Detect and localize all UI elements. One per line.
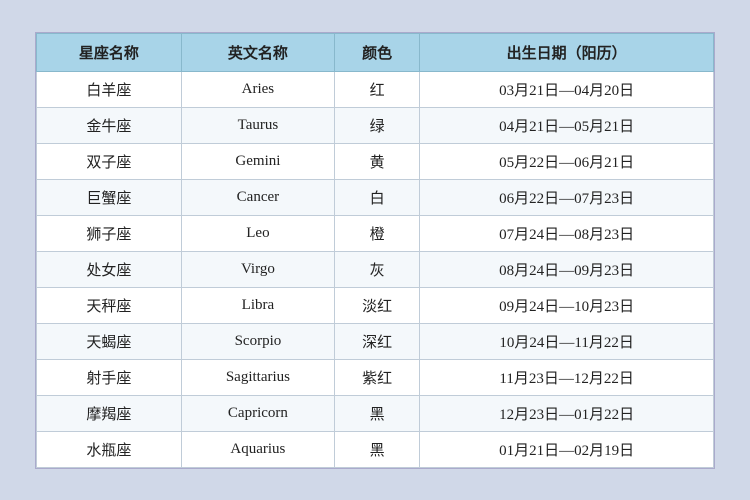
table-cell: Libra: [181, 287, 334, 323]
table-row: 金牛座Taurus绿04月21日—05月21日: [37, 107, 714, 143]
table-cell: Scorpio: [181, 323, 334, 359]
table-cell: Taurus: [181, 107, 334, 143]
table-row: 狮子座Leo橙07月24日—08月23日: [37, 215, 714, 251]
table-row: 射手座Sagittarius紫红11月23日—12月22日: [37, 359, 714, 395]
col-header-date: 出生日期（阳历）: [420, 33, 714, 71]
table-cell: 04月21日—05月21日: [420, 107, 714, 143]
table-cell: 摩羯座: [37, 395, 182, 431]
table-row: 巨蟹座Cancer白06月22日—07月23日: [37, 179, 714, 215]
table-row: 摩羯座Capricorn黑12月23日—01月22日: [37, 395, 714, 431]
table-cell: 狮子座: [37, 215, 182, 251]
table-cell: 03月21日—04月20日: [420, 71, 714, 107]
table-cell: 黄: [334, 143, 419, 179]
col-header-chinese: 星座名称: [37, 33, 182, 71]
table-cell: Capricorn: [181, 395, 334, 431]
table-cell: 灰: [334, 251, 419, 287]
table-cell: 白: [334, 179, 419, 215]
table-cell: Leo: [181, 215, 334, 251]
table-cell: 12月23日—01月22日: [420, 395, 714, 431]
table-cell: Sagittarius: [181, 359, 334, 395]
table-row: 天蝎座Scorpio深红10月24日—11月22日: [37, 323, 714, 359]
table-cell: Virgo: [181, 251, 334, 287]
table-cell: 黑: [334, 395, 419, 431]
table-cell: 黑: [334, 431, 419, 467]
table-cell: 01月21日—02月19日: [420, 431, 714, 467]
table-cell: 07月24日—08月23日: [420, 215, 714, 251]
table-row: 处女座Virgo灰08月24日—09月23日: [37, 251, 714, 287]
table-row: 双子座Gemini黄05月22日—06月21日: [37, 143, 714, 179]
table-header-row: 星座名称 英文名称 颜色 出生日期（阳历）: [37, 33, 714, 71]
table-cell: 金牛座: [37, 107, 182, 143]
table-cell: 06月22日—07月23日: [420, 179, 714, 215]
table-cell: 淡红: [334, 287, 419, 323]
table-cell: 绿: [334, 107, 419, 143]
table-row: 天秤座Libra淡红09月24日—10月23日: [37, 287, 714, 323]
table-cell: 08月24日—09月23日: [420, 251, 714, 287]
table-cell: 白羊座: [37, 71, 182, 107]
table-cell: 巨蟹座: [37, 179, 182, 215]
table-cell: Cancer: [181, 179, 334, 215]
table-cell: 射手座: [37, 359, 182, 395]
table-cell: 天秤座: [37, 287, 182, 323]
table-cell: 处女座: [37, 251, 182, 287]
table-cell: 11月23日—12月22日: [420, 359, 714, 395]
table-cell: 红: [334, 71, 419, 107]
table-row: 水瓶座Aquarius黑01月21日—02月19日: [37, 431, 714, 467]
table-cell: 05月22日—06月21日: [420, 143, 714, 179]
zodiac-table: 星座名称 英文名称 颜色 出生日期（阳历） 白羊座Aries红03月21日—04…: [36, 33, 714, 468]
table-cell: 10月24日—11月22日: [420, 323, 714, 359]
table-cell: 09月24日—10月23日: [420, 287, 714, 323]
table-cell: Gemini: [181, 143, 334, 179]
table-cell: Aquarius: [181, 431, 334, 467]
zodiac-table-wrapper: 星座名称 英文名称 颜色 出生日期（阳历） 白羊座Aries红03月21日—04…: [35, 32, 715, 469]
col-header-english: 英文名称: [181, 33, 334, 71]
table-row: 白羊座Aries红03月21日—04月20日: [37, 71, 714, 107]
col-header-color: 颜色: [334, 33, 419, 71]
table-cell: 水瓶座: [37, 431, 182, 467]
table-cell: 深红: [334, 323, 419, 359]
table-cell: Aries: [181, 71, 334, 107]
table-cell: 天蝎座: [37, 323, 182, 359]
table-cell: 橙: [334, 215, 419, 251]
table-cell: 紫红: [334, 359, 419, 395]
table-cell: 双子座: [37, 143, 182, 179]
